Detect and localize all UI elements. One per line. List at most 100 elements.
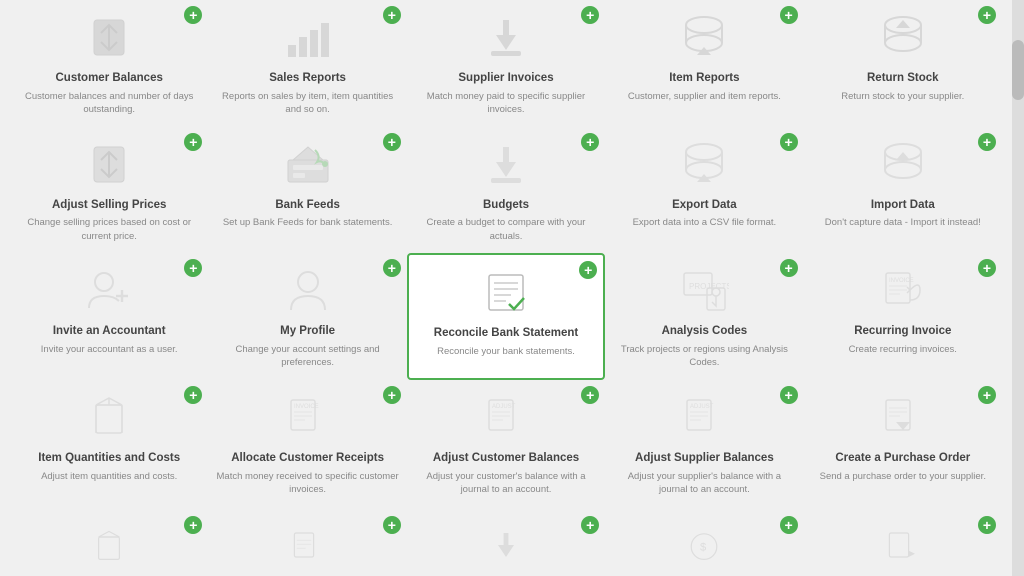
card-desc-reconcile-bank: Reconcile your bank statements.	[437, 345, 575, 358]
scrollbar-thumb[interactable]	[1012, 40, 1024, 100]
card-title-purchase-order: Create a Purchase Order	[835, 451, 970, 466]
card-desc-bank-feeds: Set up Bank Feeds for bank statements.	[223, 216, 393, 229]
card-row5-2[interactable]: +	[208, 510, 406, 576]
row-1: + Customer Balances Customer balances an…	[0, 0, 1012, 127]
svg-text:ADJUST: ADJUST	[492, 404, 516, 410]
card-title-export-data: Export Data	[672, 198, 737, 213]
card-recurring-invoice[interactable]: + INVOICE Recurring Invoice Create recur…	[804, 253, 1002, 380]
card-title-customer-balances: Customer Balances	[56, 71, 163, 86]
card-title-adjust-selling: Adjust Selling Prices	[52, 198, 166, 213]
add-button-customer-balances[interactable]: +	[184, 6, 202, 24]
card-customer-balances[interactable]: + Customer Balances Customer balances an…	[10, 0, 208, 127]
add-button-item-quantities[interactable]: +	[184, 386, 202, 404]
card-bank-feeds[interactable]: + Bank Feeds Set up Bank Feeds for bank …	[208, 127, 406, 254]
icon-item-reports	[674, 10, 734, 65]
add-button-allocate-customer[interactable]: +	[383, 386, 401, 404]
icon-row5-4: $	[674, 520, 734, 574]
card-item-reports[interactable]: + Item Reports Customer, supplier and it…	[605, 0, 803, 127]
icon-bank-feeds	[278, 137, 338, 192]
card-title-import-data: Import Data	[871, 198, 935, 213]
add-button-item-reports[interactable]: +	[780, 6, 798, 24]
card-my-profile[interactable]: + My Profile Change your account setting…	[208, 253, 406, 380]
icon-sales-reports	[278, 10, 338, 65]
card-export-data[interactable]: + Export Data Export data into a CSV fil…	[605, 127, 803, 254]
card-desc-invite-accountant: Invite your accountant as a user.	[41, 343, 178, 356]
row-4: + Item Quantities and Costs Adjust item …	[0, 380, 1012, 507]
card-desc-item-reports: Customer, supplier and item reports.	[628, 90, 781, 103]
card-title-return-stock: Return Stock	[867, 71, 939, 86]
icon-import-data	[873, 137, 933, 192]
icon-row5-5	[873, 520, 933, 574]
add-button-adjust-customer[interactable]: +	[581, 386, 599, 404]
add-button-analysis-codes[interactable]: +	[780, 259, 798, 277]
add-button-sales-reports[interactable]: +	[383, 6, 401, 24]
card-supplier-invoices[interactable]: + Supplier Invoices Match money paid to …	[407, 0, 605, 127]
add-button-bank-feeds[interactable]: +	[383, 133, 401, 151]
card-row5-5[interactable]: +	[804, 510, 1002, 576]
card-desc-budgets: Create a budget to compare with your act…	[415, 216, 597, 243]
add-button-import-data[interactable]: +	[978, 133, 996, 151]
card-title-recurring-invoice: Recurring Invoice	[854, 324, 951, 339]
card-title-invite-accountant: Invite an Accountant	[53, 324, 166, 339]
icon-supplier-invoices	[476, 10, 536, 65]
scrollbar[interactable]	[1012, 0, 1024, 576]
icon-adjust-supplier: ADJUST	[674, 390, 734, 445]
icon-row5-1	[79, 520, 139, 574]
add-button-budgets[interactable]: +	[581, 133, 599, 151]
icon-adjust-selling	[79, 137, 139, 192]
icon-row5-3	[476, 520, 536, 574]
card-import-data[interactable]: + Import Data Don't capture data - Impor…	[804, 127, 1002, 254]
icon-allocate-customer: INVOICE	[278, 390, 338, 445]
add-button-supplier-invoices[interactable]: +	[581, 6, 599, 24]
add-button-row5-4[interactable]: +	[780, 516, 798, 534]
add-button-row5-3[interactable]: +	[581, 516, 599, 534]
add-button-return-stock[interactable]: +	[978, 6, 996, 24]
card-desc-recurring-invoice: Create recurring invoices.	[849, 343, 957, 356]
card-desc-sales-reports: Reports on sales by item, item quantitie…	[216, 90, 398, 117]
add-button-recurring-invoice[interactable]: +	[978, 259, 996, 277]
svg-text:ADJUST: ADJUST	[690, 404, 714, 410]
card-row5-3[interactable]: +	[407, 510, 605, 576]
card-allocate-customer[interactable]: + INVOICE Allocate Customer Receipts Mat…	[208, 380, 406, 507]
card-title-item-reports: Item Reports	[669, 71, 739, 86]
card-title-reconcile-bank: Reconcile Bank Statement	[434, 326, 578, 341]
card-row5-1[interactable]: +	[10, 510, 208, 576]
row-3: + Invite an Accountant Invite your accou…	[0, 253, 1012, 380]
add-button-row5-2[interactable]: +	[383, 516, 401, 534]
card-adjust-supplier[interactable]: + ADJUST Adjust Supplier Balances Adjust…	[605, 380, 803, 507]
card-desc-item-quantities: Adjust item quantities and costs.	[41, 470, 177, 483]
card-adjust-selling[interactable]: + Adjust Selling Prices Change selling p…	[10, 127, 208, 254]
icon-export-data	[674, 137, 734, 192]
add-button-my-profile[interactable]: +	[383, 259, 401, 277]
card-reconcile-bank[interactable]: + Reconcile Bank Statement Reconcile you…	[407, 253, 605, 380]
add-button-row5-5[interactable]: +	[978, 516, 996, 534]
card-title-budgets: Budgets	[483, 198, 529, 213]
card-analysis-codes[interactable]: + PROJECTS → Analysis Codes Track projec…	[605, 253, 803, 380]
card-adjust-customer[interactable]: + ADJUST Adjust Customer Balances Adjust…	[407, 380, 605, 507]
svg-text:$: $	[700, 542, 707, 554]
add-button-export-data[interactable]: +	[780, 133, 798, 151]
card-desc-export-data: Export data into a CSV file format.	[633, 216, 777, 229]
svg-text:INVOICE: INVOICE	[889, 278, 914, 284]
card-sales-reports[interactable]: + Sales Reports Reports on sales by item…	[208, 0, 406, 127]
card-desc-adjust-selling: Change selling prices based on cost or c…	[18, 216, 200, 243]
add-button-row5-1[interactable]: +	[184, 516, 202, 534]
card-item-quantities[interactable]: + Item Quantities and Costs Adjust item …	[10, 380, 208, 507]
add-button-purchase-order[interactable]: +	[978, 386, 996, 404]
card-invite-accountant[interactable]: + Invite an Accountant Invite your accou…	[10, 253, 208, 380]
svg-text:INVOICE: INVOICE	[294, 404, 319, 410]
card-desc-allocate-customer: Match money received to specific custome…	[216, 470, 398, 497]
card-row5-4[interactable]: + $	[605, 510, 803, 576]
add-button-reconcile-bank[interactable]: +	[579, 261, 597, 279]
card-purchase-order[interactable]: + Create a Purchase Order Send a purchas…	[804, 380, 1002, 507]
card-desc-return-stock: Return stock to your supplier.	[841, 90, 964, 103]
add-button-adjust-supplier[interactable]: +	[780, 386, 798, 404]
card-return-stock[interactable]: + Return Stock Return stock to your supp…	[804, 0, 1002, 127]
card-desc-supplier-invoices: Match money paid to specific supplier in…	[415, 90, 597, 117]
main-content: + Customer Balances Customer balances an…	[0, 0, 1024, 576]
card-title-supplier-invoices: Supplier Invoices	[458, 71, 553, 86]
add-button-invite-accountant[interactable]: +	[184, 259, 202, 277]
add-button-adjust-selling[interactable]: +	[184, 133, 202, 151]
card-budgets[interactable]: + Budgets Create a budget to compare wit…	[407, 127, 605, 254]
row-5: + + +	[0, 510, 1012, 576]
